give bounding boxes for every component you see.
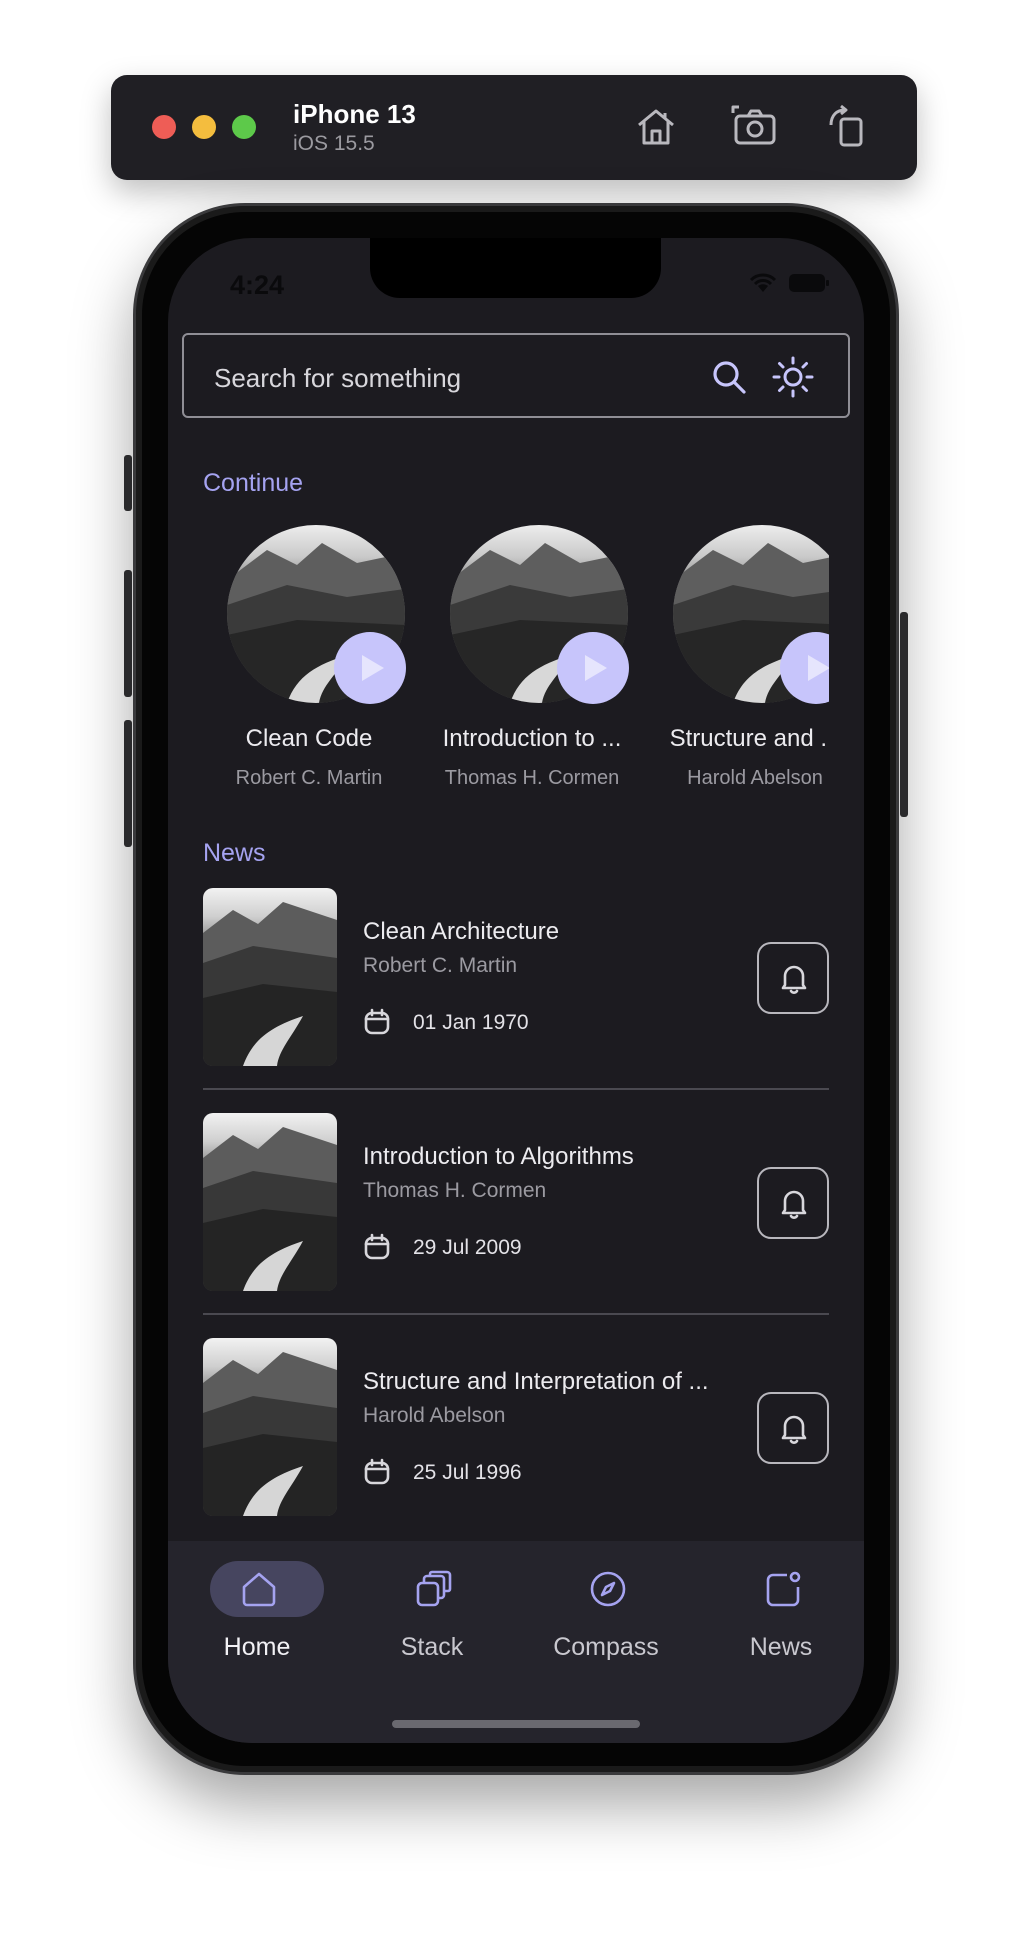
divider	[203, 1088, 829, 1090]
device-name: iPhone 13	[293, 99, 416, 129]
notify-button[interactable]	[757, 1392, 829, 1464]
news-author: Harold Abelson	[363, 1404, 506, 1427]
bell-icon	[781, 1415, 807, 1444]
cover-image	[203, 1113, 337, 1291]
cover-image	[203, 888, 337, 1066]
play-button[interactable]	[557, 632, 629, 704]
nav-label: Compass	[553, 1633, 659, 1661]
notch	[370, 238, 661, 298]
bottom-navigation: Home Stack Compass News	[168, 1541, 864, 1743]
continue-item-title: Clean Code	[245, 725, 373, 752]
divider	[203, 1313, 829, 1315]
calendar-icon	[364, 1458, 390, 1485]
continue-section-title: Continue	[203, 469, 304, 497]
volume-up-button	[124, 570, 132, 697]
mute-switch	[124, 455, 132, 511]
news-date: 29 Jul 2009	[413, 1236, 522, 1259]
sun-icon[interactable]	[771, 355, 815, 399]
list-item[interactable]: Introduction to Algorithms Thomas H. Cor…	[203, 1113, 829, 1293]
home-icon	[242, 1572, 276, 1607]
nav-item-home[interactable]: Home	[182, 1561, 332, 1671]
notify-button[interactable]	[757, 942, 829, 1014]
calendar-icon	[364, 1008, 390, 1035]
stack-icon	[416, 1570, 452, 1607]
cover-image	[203, 1338, 337, 1516]
compass-icon	[590, 1571, 626, 1607]
minimize-window-button[interactable]	[192, 115, 216, 139]
list-item[interactable]: Clean Architecture Robert C. Martin 01 J…	[203, 888, 829, 1068]
battery-icon	[789, 274, 829, 292]
app-screen: 4:24 Search for something Continue Clean…	[168, 238, 864, 1743]
play-icon	[362, 655, 384, 681]
power-button	[900, 612, 908, 817]
zoom-window-button[interactable]	[232, 115, 256, 139]
news-title: Structure and Interpretation of ...	[363, 1368, 709, 1395]
home-indicator[interactable]	[392, 1720, 640, 1728]
status-time: 4:24	[230, 270, 285, 300]
screenshot-icon[interactable]	[731, 103, 779, 151]
play-button[interactable]	[334, 632, 406, 704]
nav-item-stack[interactable]: Stack	[357, 1561, 507, 1671]
rotate-icon[interactable]	[823, 103, 871, 151]
continue-item-title: Introduction to ...	[442, 725, 622, 752]
os-version: iOS 15.5	[293, 132, 375, 155]
notify-button[interactable]	[757, 1167, 829, 1239]
bell-icon	[781, 1190, 807, 1219]
play-icon	[808, 655, 829, 681]
bell-icon	[781, 965, 807, 994]
calendar-icon	[364, 1233, 390, 1260]
search-icon[interactable]	[711, 359, 747, 395]
search-bar[interactable]: Search for something	[182, 333, 850, 418]
nav-item-compass[interactable]: Compass	[531, 1561, 681, 1671]
list-item[interactable]: Structure and Interpretation of ... Haro…	[203, 1338, 829, 1518]
nav-label: Home	[223, 1633, 291, 1661]
volume-down-button	[124, 720, 132, 847]
continue-item-author: Robert C. Martin	[235, 767, 383, 789]
news-title: Clean Architecture	[363, 918, 560, 945]
continue-item-author: Harold Abelson	[687, 767, 823, 789]
news-author: Robert C. Martin	[363, 954, 518, 977]
news-author: Thomas H. Cormen	[363, 1179, 547, 1202]
continue-item-title: Structure and ...	[669, 725, 829, 752]
continue-carousel[interactable]: Clean Code Robert C. Martin Introduction…	[203, 525, 829, 795]
news-date: 01 Jan 1970	[413, 1011, 529, 1034]
play-icon	[585, 655, 607, 681]
status-icons	[748, 272, 830, 294]
simulator-toolbar: iPhone 13 iOS 15.5	[111, 75, 917, 180]
close-window-button[interactable]	[152, 115, 176, 139]
nav-item-news[interactable]: News	[706, 1561, 856, 1671]
news-title: Introduction to Algorithms	[363, 1143, 634, 1170]
news-icon	[766, 1571, 801, 1607]
nav-label: Stack	[400, 1633, 464, 1661]
home-icon[interactable]	[632, 103, 680, 151]
continue-item-author: Thomas H. Cormen	[444, 767, 620, 789]
nav-label: News	[749, 1633, 813, 1661]
search-input[interactable]: Search for something	[214, 363, 461, 394]
news-section-title: News	[203, 839, 266, 867]
news-date: 25 Jul 1996	[413, 1461, 522, 1484]
wifi-icon	[749, 273, 777, 292]
